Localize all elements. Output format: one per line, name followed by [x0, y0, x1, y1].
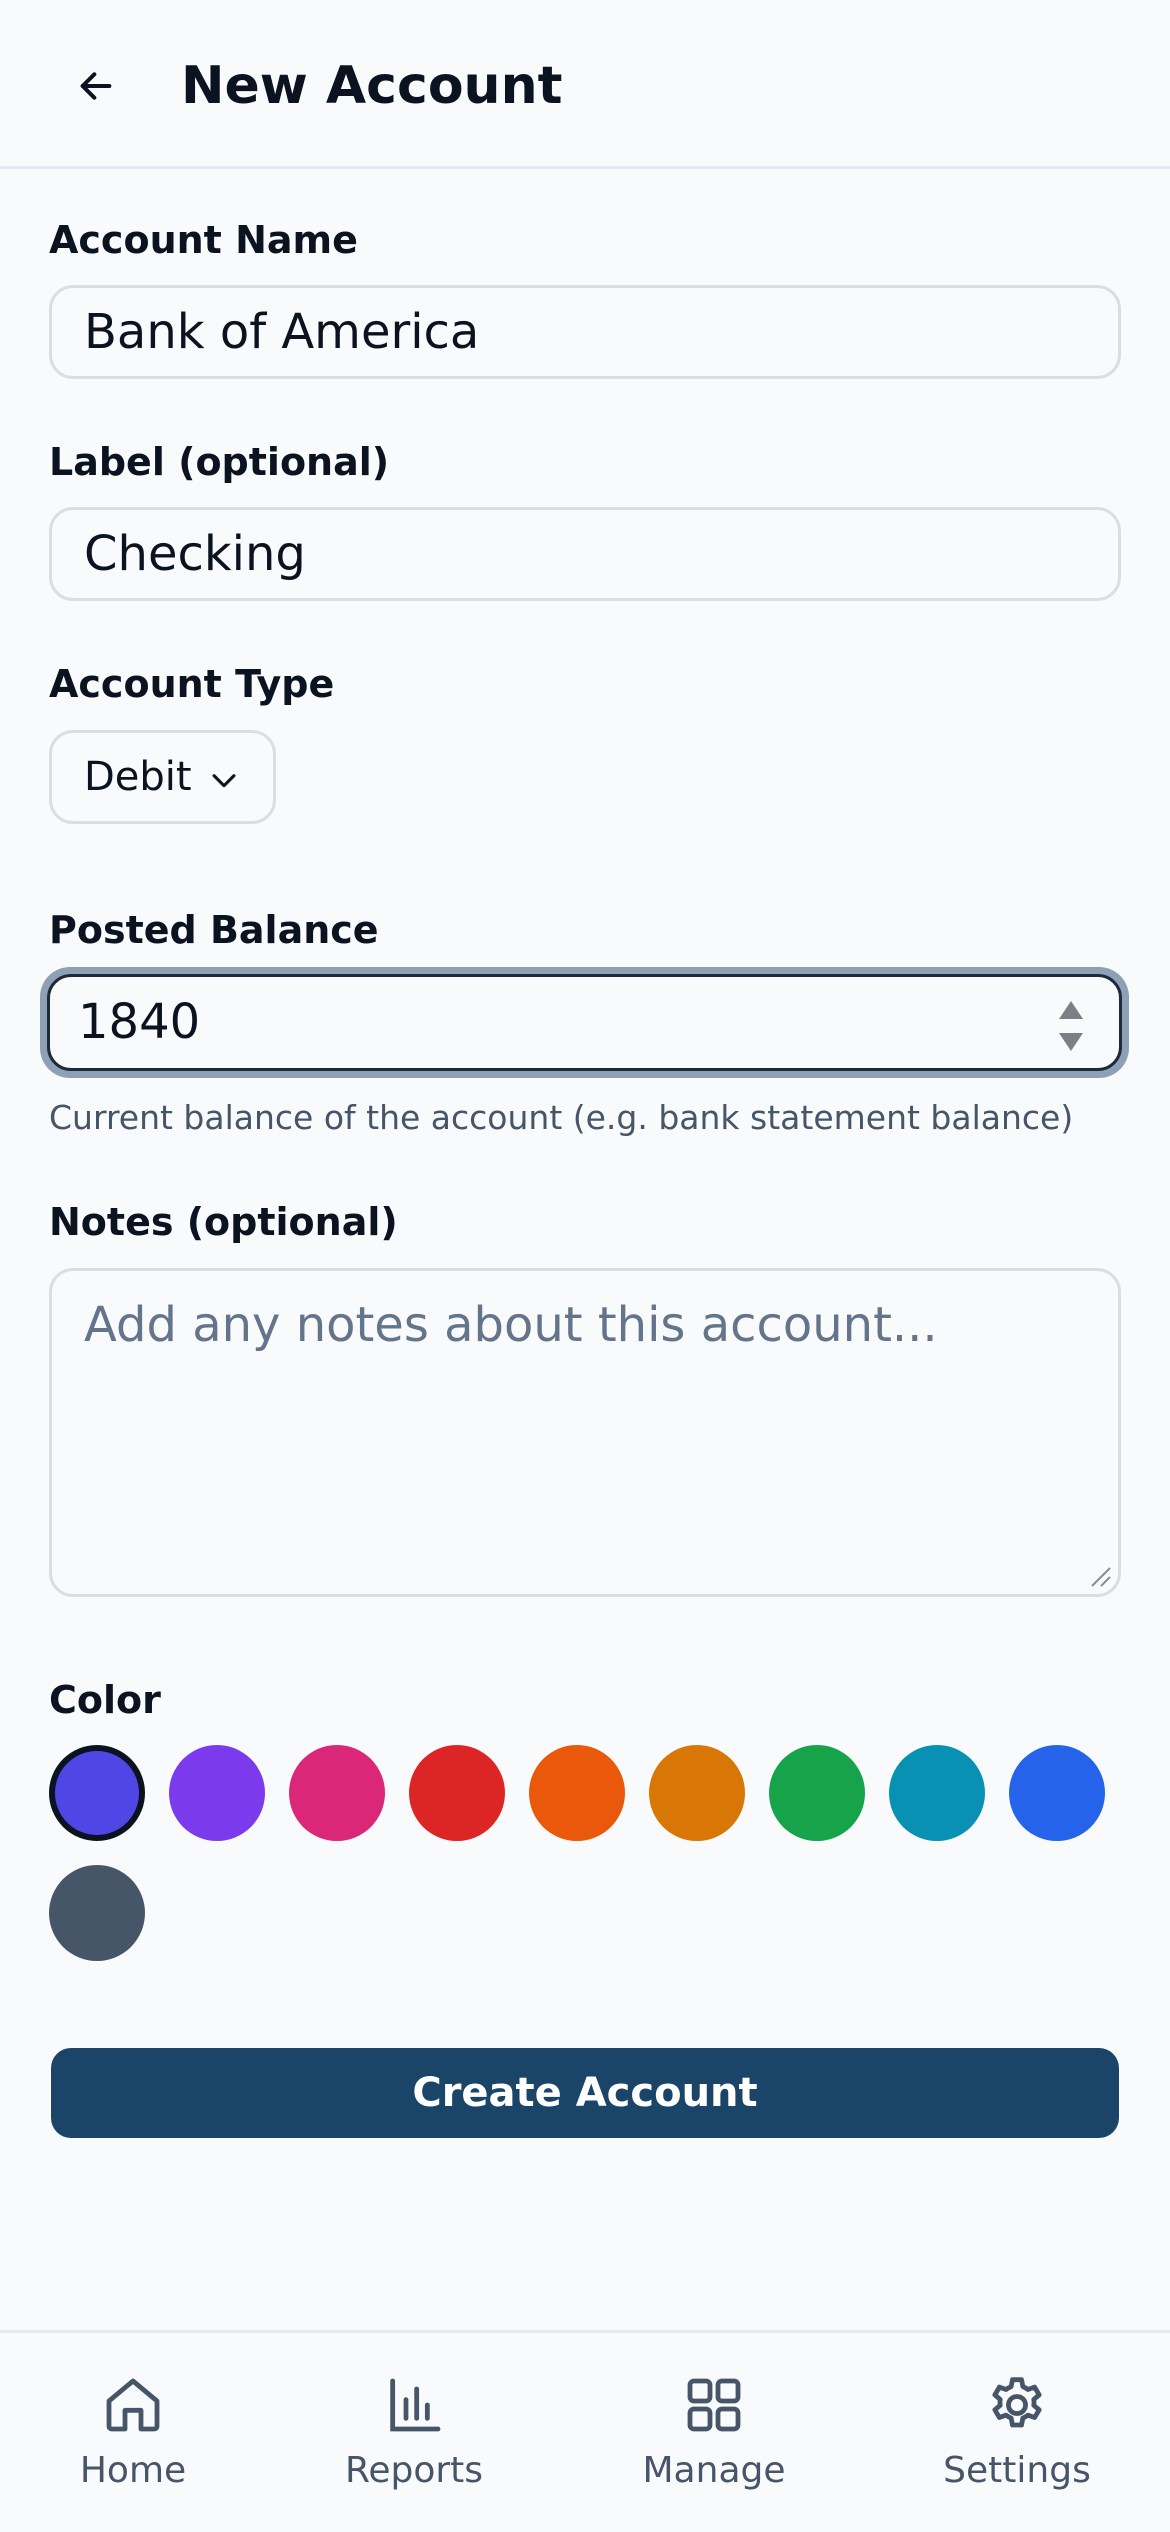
account-type-select[interactable]: Debit: [49, 730, 276, 824]
top-bar: New Account: [0, 0, 1170, 169]
stepper-down-icon[interactable]: [1059, 1033, 1083, 1051]
color-swatch[interactable]: [409, 1745, 505, 1841]
notes-label: Notes (optional): [49, 1200, 398, 1244]
account-name-input[interactable]: Bank of America: [49, 285, 1121, 379]
account-name-label: Account Name: [49, 218, 358, 262]
gear-icon: [992, 2377, 1042, 2428]
bottom-nav: Home Reports Manage Settings: [0, 2330, 1170, 2532]
color-swatch[interactable]: [529, 1745, 625, 1841]
color-swatch[interactable]: [1009, 1745, 1105, 1841]
resize-grip-icon[interactable]: [1088, 1564, 1112, 1588]
chevron-down-icon: [212, 774, 236, 788]
nav-label-reports: Reports: [344, 2450, 484, 2491]
color-swatch[interactable]: [49, 1865, 145, 1961]
posted-balance-value: 1840: [78, 994, 201, 1050]
color-swatch[interactable]: [49, 1745, 145, 1841]
page-title: New Account: [181, 56, 563, 116]
nav-item-home[interactable]: Home: [23, 2333, 243, 2532]
color-swatch[interactable]: [169, 1745, 265, 1841]
posted-balance-helper: Current balance of the account (e.g. ban…: [49, 1098, 1074, 1137]
posted-balance-label: Posted Balance: [49, 908, 379, 952]
create-account-button[interactable]: Create Account: [51, 2048, 1119, 2138]
bar-chart-icon: [390, 2378, 441, 2432]
number-stepper[interactable]: [1057, 997, 1085, 1055]
nav-label-home: Home: [79, 2450, 187, 2491]
new-account-screen: New Account Account Name Bank of America…: [0, 0, 1170, 2532]
nav-item-settings[interactable]: Settings: [907, 2333, 1127, 2532]
grid-icon: [687, 2378, 741, 2432]
account-type-label: Account Type: [49, 662, 335, 706]
stepper-up-icon[interactable]: [1059, 1001, 1083, 1019]
back-button[interactable]: [58, 48, 134, 124]
nav-item-manage[interactable]: Manage: [604, 2333, 824, 2532]
color-swatch[interactable]: [289, 1745, 385, 1841]
label-field-label: Label (optional): [49, 440, 390, 484]
color-swatch[interactable]: [769, 1745, 865, 1841]
notes-placeholder: Add any notes about this account...: [84, 1297, 938, 1353]
nav-item-reports[interactable]: Reports: [304, 2333, 524, 2532]
home-icon: [106, 2378, 160, 2432]
posted-balance-focus-ring: 1840: [40, 967, 1129, 1078]
color-swatch[interactable]: [649, 1745, 745, 1841]
notes-textarea[interactable]: Add any notes about this account...: [49, 1268, 1121, 1597]
nav-label-settings: Settings: [943, 2450, 1091, 2491]
posted-balance-input[interactable]: 1840: [47, 974, 1122, 1071]
label-input[interactable]: Checking: [49, 507, 1121, 601]
nav-label-manage: Manage: [642, 2450, 786, 2491]
arrow-left-icon: [80, 72, 112, 100]
color-label: Color: [49, 1678, 161, 1722]
account-type-value: Debit: [84, 754, 192, 800]
color-swatch[interactable]: [889, 1745, 985, 1841]
